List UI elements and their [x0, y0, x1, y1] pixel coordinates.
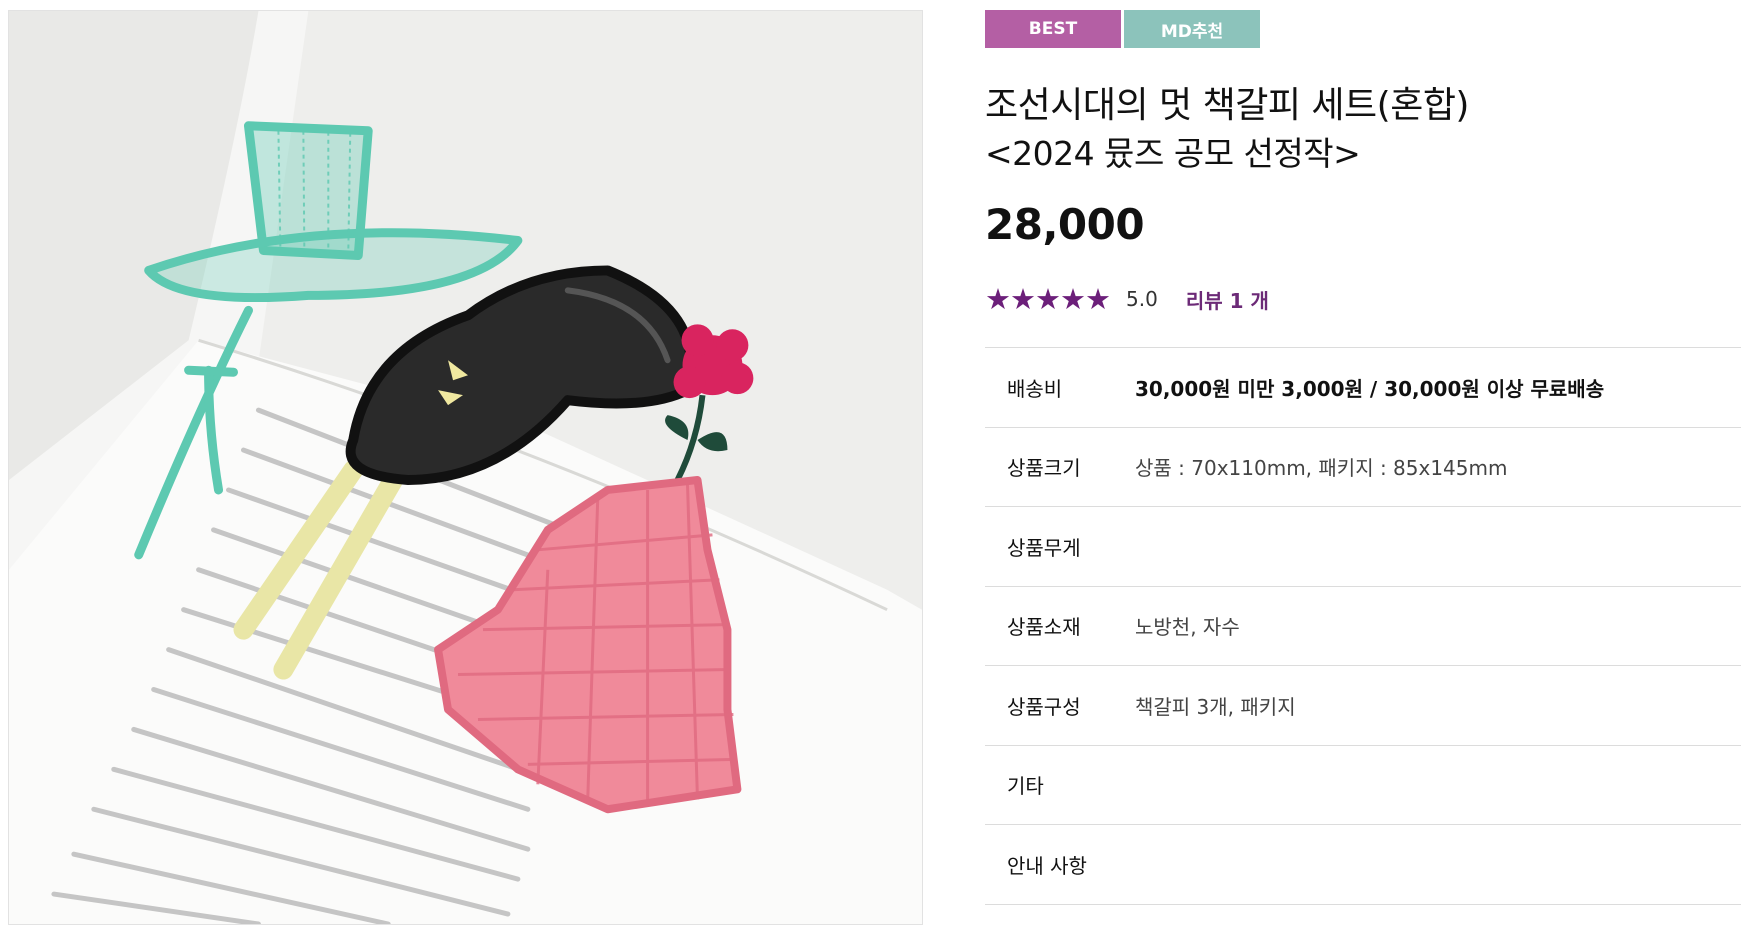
product-image[interactable]	[8, 10, 923, 925]
best-badge: BEST	[985, 10, 1121, 48]
star-rating-icon: ★★★★★	[985, 282, 1111, 316]
product-title: 조선시대의 멋 책갈피 세트(혼합)	[985, 85, 1469, 126]
spec-label: 상품무게	[1007, 535, 1081, 560]
spec-value: 상품 : 70x110mm, 패키지 : 85x145mm	[1135, 456, 1508, 481]
spec-row-etc: 기타	[985, 746, 1741, 825]
spec-row-notice: 안내 사항	[985, 825, 1741, 905]
spec-row-shipping: 배송비 30,000원 미만 3,000원 / 30,000원 이상 무료배송	[985, 348, 1741, 428]
review-count-link[interactable]: 리뷰 1 개	[1186, 285, 1269, 314]
badge-group: BEST MD추천	[985, 10, 1741, 48]
spec-label: 상품구성	[1007, 694, 1081, 719]
product-price: 28,000	[985, 200, 1145, 249]
spec-value: 30,000원 미만 3,000원 / 30,000원 이상 무료배송	[1135, 376, 1605, 401]
spec-table: 배송비 30,000원 미만 3,000원 / 30,000원 이상 무료배송 …	[985, 347, 1741, 905]
spec-label: 안내 사항	[1007, 853, 1087, 878]
spec-row-size: 상품크기 상품 : 70x110mm, 패키지 : 85x145mm	[985, 428, 1741, 507]
spec-value: 노방천, 자수	[1135, 615, 1240, 640]
bookmark-photo	[9, 11, 922, 924]
spec-label: 상품소재	[1007, 615, 1081, 640]
spec-row-weight: 상품무게	[985, 507, 1741, 587]
rating-row: ★★★★★ 5.0 리뷰 1 개	[985, 282, 1741, 316]
spec-row-material: 상품소재 노방천, 자수	[985, 587, 1741, 666]
spec-value: 책갈피 3개, 패키지	[1135, 694, 1296, 719]
md-pick-badge: MD추천	[1124, 10, 1260, 48]
spec-label: 상품크기	[1007, 456, 1081, 481]
product-info-panel: BEST MD추천 조선시대의 멋 책갈피 세트(혼합) <2024 뮸즈 공모…	[985, 10, 1741, 931]
spec-label: 배송비	[1007, 376, 1063, 401]
spec-row-composition: 상품구성 책갈피 3개, 패키지	[985, 666, 1741, 746]
product-subtitle: <2024 뮸즈 공모 선정작>	[985, 134, 1361, 173]
rating-score: 5.0	[1126, 287, 1158, 311]
spec-label: 기타	[1007, 774, 1044, 799]
